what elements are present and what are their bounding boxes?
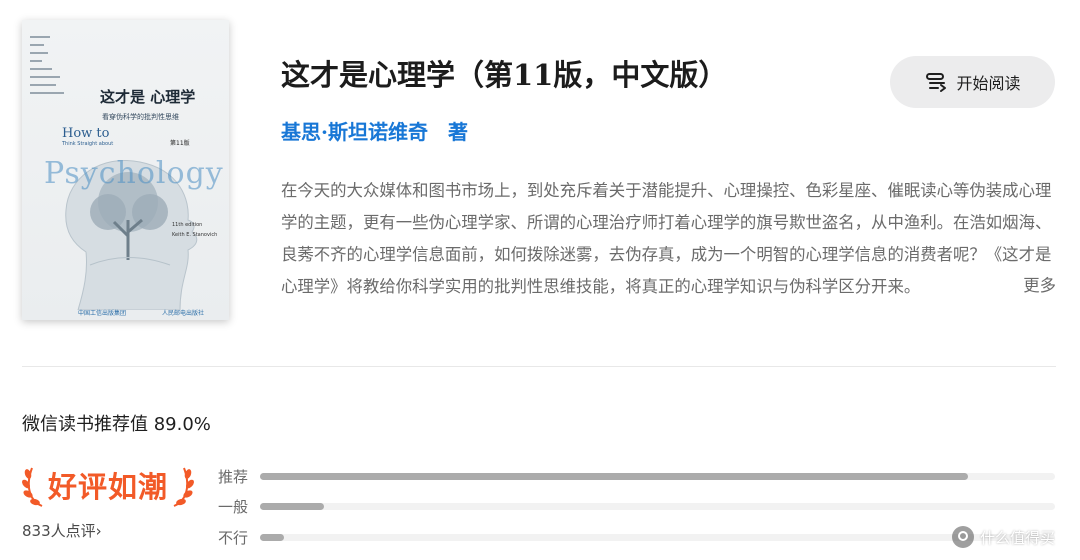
cover-author-en: Keith E. Stanovich [172, 232, 218, 238]
rating-badge-text: 好评如潮 [48, 470, 169, 504]
cover-edition-en: 11th edition [172, 222, 203, 228]
rating-bar-label: 不行 [218, 529, 249, 547]
recommend-score: 微信读书推荐值 89.0% [22, 414, 211, 435]
reviews-count-link[interactable]: 833人点评› [22, 520, 102, 541]
watermark-logo-icon [952, 526, 974, 548]
start-reading-label: 开始阅读 [956, 74, 1021, 93]
book-cover[interactable]: 这才是 心理学 看穿伪科学的批判性思维 How to Think Straigh… [22, 20, 229, 320]
laurel-left-icon [22, 467, 43, 507]
book-title: 这才是心理学（第11版，中文版） [281, 58, 728, 92]
section-divider [22, 366, 1056, 367]
rating-bar-track [260, 473, 1055, 480]
cover-title-en-big: Psychology [44, 156, 224, 191]
cover-subtitle-cn: 看穿伪科学的批判性思维 [102, 113, 179, 121]
cover-side-decoration [30, 36, 90, 100]
cover-title-en: How to [62, 126, 110, 141]
start-reading-button[interactable]: 开始阅读 [890, 56, 1055, 108]
rating-bar-label: 一般 [218, 498, 249, 516]
rating-bar-fill [260, 473, 968, 480]
rating-bar-label: 推荐 [218, 468, 249, 486]
rating-bar-bad: 不行 [218, 525, 1058, 549]
cover-title-cn: 这才是 心理学 [100, 88, 196, 106]
rating-bar-fill [260, 534, 284, 541]
rating-bar-track [260, 503, 1055, 510]
book-read-icon [926, 73, 947, 92]
reviews-count-text: 833人点评 [22, 522, 96, 540]
book-description: 在今天的大众媒体和图书市场上，到处充斥着关于潜能提升、心理操控、色彩星座、催眠读… [281, 181, 1052, 296]
rating-bar-recommend: 推荐 [218, 464, 1058, 488]
rating-bar-track [260, 534, 1055, 541]
laurel-right-icon [173, 467, 194, 507]
description-fade [975, 270, 1015, 302]
watermark-text: 什么值得买 [980, 528, 1056, 547]
rating-bar-fill [260, 503, 324, 510]
cover-publisher: 人民邮电出版社 [162, 310, 205, 317]
watermark: 什么值得买 [952, 526, 1055, 548]
book-author-link[interactable]: 基思·斯坦诺维奇 著 [281, 116, 468, 145]
cover-publisher-group: 中国工信出版集团 [78, 310, 127, 317]
rating-badge: 好评如潮 [22, 460, 194, 510]
rating-bar-average: 一般 [218, 494, 1058, 518]
chevron-right-icon: › [95, 522, 102, 540]
more-link[interactable]: 更多 [1012, 270, 1056, 302]
